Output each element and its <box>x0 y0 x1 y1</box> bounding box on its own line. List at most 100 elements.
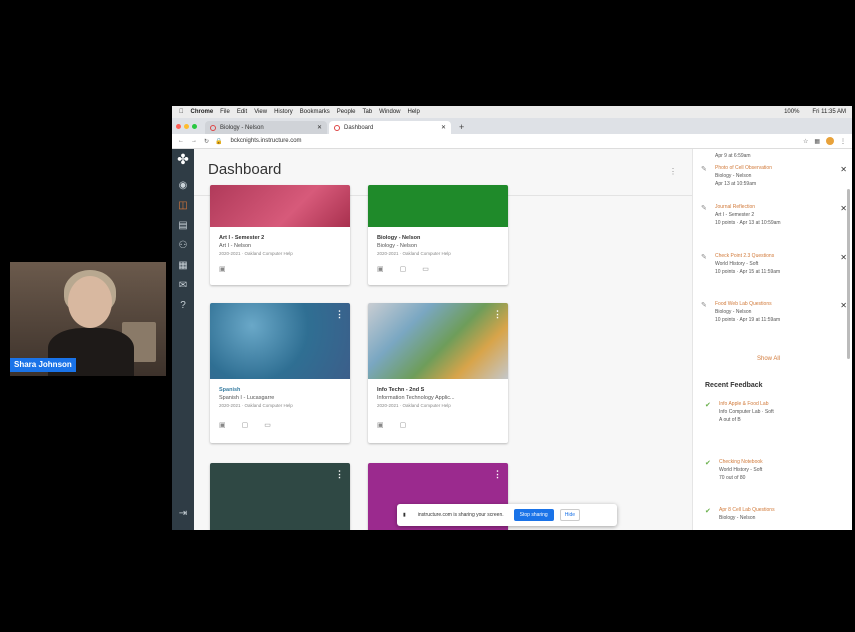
menu-chrome[interactable]: Chrome <box>191 109 214 115</box>
shared-screen:  Chrome File Edit View History Bookmark… <box>172 106 852 530</box>
course-card-image <box>368 303 508 379</box>
todo-item[interactable]: ✎ Food Web Lab Questions Biology - Nelso… <box>701 301 847 341</box>
announcements-icon[interactable]: ▣ <box>377 265 384 273</box>
screen-share-banner: ▮ instructure.com is sharing your screen… <box>397 504 617 526</box>
files-icon[interactable]: ▭ <box>264 421 271 429</box>
forward-icon[interactable]: → <box>191 138 197 145</box>
browser-tab-biology[interactable]: Biology - Nelson ✕ <box>205 121 327 134</box>
dashboard-icon[interactable]: ◫ <box>176 199 190 213</box>
assignment-icon: ✎ <box>701 254 707 261</box>
menu-edit[interactable]: Edit <box>237 109 247 115</box>
global-navigation: ✤ ◉ ◫ ▤ ⚇ ▦ ✉ ? ⇥ <box>172 149 194 530</box>
menu-view[interactable]: View <box>254 109 267 115</box>
todo-link[interactable]: Photo of Cell Observation <box>715 165 772 171</box>
course-card-title[interactable]: Biology - Nelson <box>377 235 420 241</box>
card-options-icon[interactable]: ⋮ <box>335 469 344 480</box>
todo-due: 10 points · Apr 15 at 11:59am <box>715 269 781 275</box>
course-card-title[interactable]: Info Techn - 2nd S <box>377 387 424 393</box>
back-icon[interactable]: ← <box>178 138 184 145</box>
feedback-link[interactable]: Checking Notebook <box>719 459 763 465</box>
video-frame: Shara Johnson  Chrome File Edit View Hi… <box>0 0 855 632</box>
page-title: Dashboard <box>208 161 282 178</box>
dismiss-icon[interactable]: ✕ <box>840 301 847 310</box>
stop-sharing-button[interactable]: Stop sharing <box>513 509 554 521</box>
card-options-icon[interactable]: ⋮ <box>493 469 502 480</box>
browser-tab-dashboard[interactable]: Dashboard ✕ <box>329 121 451 134</box>
course-card-term: 2020-2021 · Oakland Computer Help <box>219 251 293 256</box>
todo-item[interactable]: ✎ Journal Reflection Art I - Semester 2 … <box>701 204 847 244</box>
todo-sidebar: Apr 9 at 6:59am ✎ Photo of Cell Observat… <box>692 149 852 530</box>
hide-button[interactable]: Hide <box>559 509 581 521</box>
todo-link[interactable]: Journal Reflection <box>715 204 755 210</box>
feedback-item[interactable]: ✔ Apr 8 Cell Lab Questions Biology - Nel… <box>705 507 845 530</box>
assignment-icon: ✎ <box>701 166 707 173</box>
courses-icon[interactable]: ▤ <box>176 219 190 233</box>
course-card-art[interactable]: Art I - Semester 2 Art I - Nelson 2020-2… <box>210 185 350 285</box>
dismiss-icon[interactable]: ✕ <box>840 165 847 174</box>
feedback-item[interactable]: ✔ Info Apple & Food Lab Info Computer La… <box>705 401 845 441</box>
feedback-score: 70 out of 80 <box>719 475 746 481</box>
more-menu-icon[interactable]: ⋮ <box>840 138 846 145</box>
course-card-biology[interactable]: Biology - Nelson Biology - Nelson 2020-2… <box>368 185 508 285</box>
logo-icon[interactable]: ✤ <box>174 151 192 175</box>
show-all-link[interactable]: Show All <box>757 356 780 362</box>
apple-menu-icon[interactable]:  <box>179 109 184 115</box>
profile-avatar[interactable] <box>826 137 834 145</box>
minimize-window-icon[interactable] <box>184 124 189 129</box>
menu-history[interactable]: History <box>274 109 293 115</box>
course-card-subtitle: Biology - Nelson <box>377 243 418 249</box>
maximize-window-icon[interactable] <box>192 124 197 129</box>
menu-tab[interactable]: Tab <box>362 109 372 115</box>
files-icon[interactable]: ▭ <box>422 265 429 273</box>
todo-link[interactable]: Check Point 2.3 Questions <box>715 253 774 259</box>
announcements-icon[interactable]: ▣ <box>219 265 226 273</box>
close-tab-icon[interactable]: ✕ <box>441 124 446 131</box>
todo-item[interactable]: ✎ Check Point 2.3 Questions World Histor… <box>701 253 847 293</box>
menu-help[interactable]: Help <box>408 109 420 115</box>
discussions-icon[interactable]: ▢ <box>400 421 407 429</box>
new-tab-button[interactable]: + <box>459 122 464 132</box>
close-tab-icon[interactable]: ✕ <box>317 124 322 131</box>
account-icon[interactable]: ◉ <box>176 179 190 193</box>
discussions-icon[interactable]: ▢ <box>400 265 407 273</box>
card-options-icon[interactable]: ⋮ <box>335 309 344 320</box>
dismiss-icon[interactable]: ✕ <box>840 204 847 213</box>
announcements-icon[interactable]: ▣ <box>219 421 226 429</box>
course-card-title[interactable]: Spanish <box>219 387 240 393</box>
course-card-info-tech[interactable]: ⋮ Info Techn - 2nd S Information Technol… <box>368 303 508 443</box>
participant-name-label: Shara Johnson <box>10 358 76 372</box>
menu-window[interactable]: Window <box>379 109 400 115</box>
course-card-image <box>210 185 350 227</box>
course-card-5[interactable]: ⋮ <box>210 463 350 530</box>
battery-status: 100% <box>784 109 800 115</box>
feedback-link[interactable]: Info Apple & Food Lab <box>719 401 768 407</box>
feedback-link[interactable]: Apr 8 Cell Lab Questions <box>719 507 775 513</box>
collapse-icon[interactable]: ⇥ <box>176 507 190 521</box>
assignment-icon: ✎ <box>701 302 707 309</box>
check-icon: ✔ <box>705 402 711 409</box>
discussions-icon[interactable]: ▢ <box>242 421 249 429</box>
menu-people[interactable]: People <box>337 109 356 115</box>
help-icon[interactable]: ? <box>176 299 190 313</box>
dismiss-icon[interactable]: ✕ <box>840 253 847 262</box>
todo-link[interactable]: Food Web Lab Questions <box>715 301 772 307</box>
close-window-icon[interactable] <box>176 124 181 129</box>
url-field[interactable]: bckcnights.instructure.com <box>231 138 302 144</box>
menu-file[interactable]: File <box>220 109 230 115</box>
course-card-title[interactable]: Art I - Semester 2 <box>219 235 264 241</box>
course-card-term: 2020-2021 · Oakland Computer Help <box>219 403 293 408</box>
todo-item[interactable]: ✎ Photo of Cell Observation Biology - Ne… <box>701 165 847 195</box>
groups-icon[interactable]: ⚇ <box>176 239 190 253</box>
announcements-icon[interactable]: ▣ <box>377 421 384 429</box>
sidebar-scrollbar[interactable] <box>847 189 850 359</box>
inbox-icon[interactable]: ✉ <box>176 279 190 293</box>
course-card-spanish[interactable]: ⋮ Spanish Spanish I - Lucasgarre 2020-20… <box>210 303 350 443</box>
extension-icon[interactable]: ▦ <box>814 138 820 145</box>
menu-bookmarks[interactable]: Bookmarks <box>300 109 330 115</box>
dashboard-options-icon[interactable]: ⋮ <box>669 167 677 179</box>
calendar-icon[interactable]: ▦ <box>176 259 190 273</box>
reload-icon[interactable]: ↻ <box>204 138 209 145</box>
star-icon[interactable]: ☆ <box>803 138 808 145</box>
feedback-item[interactable]: ✔ Checking Notebook World History - Soft… <box>705 459 845 499</box>
card-options-icon[interactable]: ⋮ <box>493 309 502 320</box>
